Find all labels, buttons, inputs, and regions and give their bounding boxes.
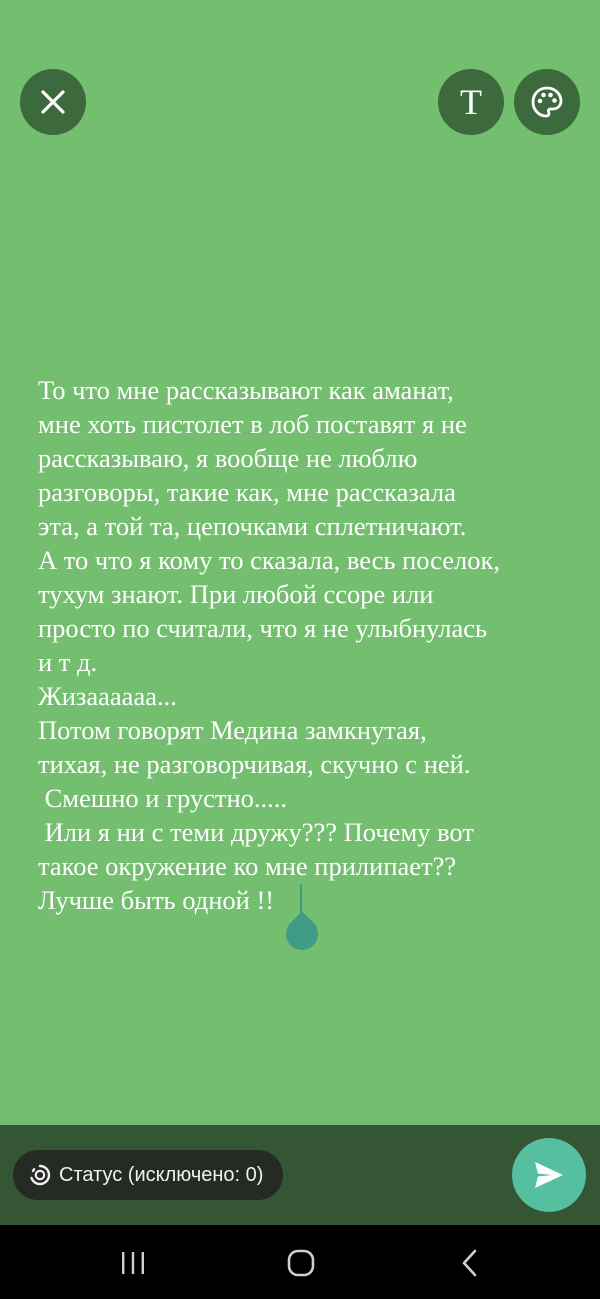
palette-icon: [531, 86, 563, 118]
color-palette-button[interactable]: [514, 69, 580, 135]
recents-icon: [122, 1252, 144, 1274]
send-icon: [535, 1162, 563, 1188]
status-privacy-chip[interactable]: Статус (исключено: 0): [13, 1150, 284, 1200]
home-button[interactable]: [271, 1238, 331, 1288]
recents-button[interactable]: [103, 1238, 163, 1288]
close-button[interactable]: [20, 69, 86, 135]
back-icon: [462, 1249, 477, 1277]
status-ring-icon: [30, 1164, 51, 1186]
text-style-button[interactable]: T: [438, 69, 504, 135]
home-icon: [287, 1249, 315, 1277]
status-privacy-label: Статус (исключено: 0): [59, 1163, 264, 1186]
back-button[interactable]: [440, 1238, 500, 1288]
status-text-body[interactable]: То что мне рассказывают как аманат, мне …: [38, 373, 578, 917]
close-icon: [41, 90, 65, 114]
send-button[interactable]: [512, 1138, 586, 1212]
text-style-label: T: [460, 82, 482, 122]
